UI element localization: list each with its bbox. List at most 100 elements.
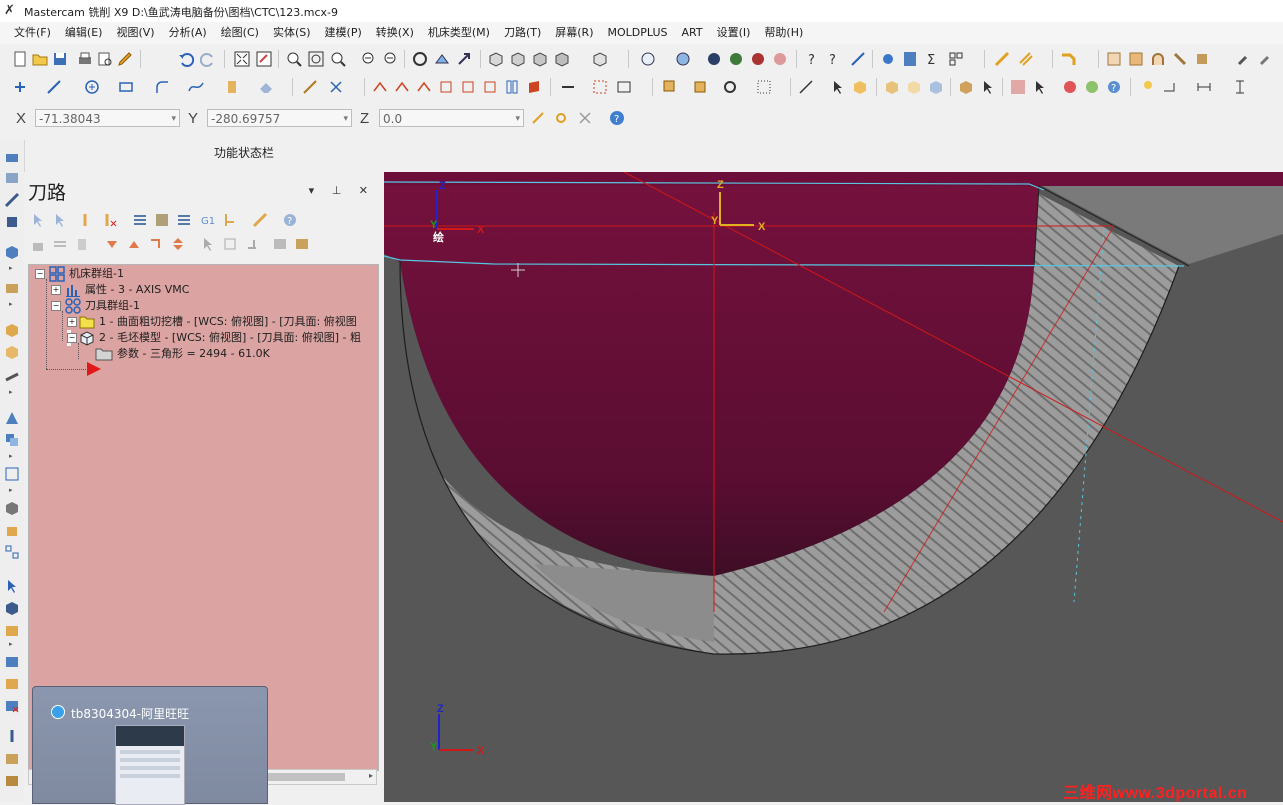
dimension-icon[interactable] (560, 79, 576, 95)
select-failed-icon[interactable] (52, 212, 68, 228)
knife-icon[interactable] (4, 370, 20, 386)
simulate-icon[interactable] (176, 212, 192, 228)
menu-solids[interactable]: 实体(S) (266, 22, 318, 44)
menu-screen[interactable]: 屏幕(R) (548, 22, 600, 44)
chamfer-tool-icon[interactable] (1060, 51, 1076, 67)
xform-stretch-icon[interactable] (504, 79, 520, 95)
collapse-icon[interactable]: − (67, 333, 77, 343)
layer-grid-icon[interactable] (1106, 51, 1122, 67)
bag-icon[interactable] (4, 522, 20, 538)
menu-help[interactable]: 帮助(H) (757, 22, 810, 44)
popup-thumbnail[interactable] (115, 725, 185, 805)
view-front-cube-icon[interactable] (510, 51, 526, 67)
machine-icon[interactable] (4, 214, 20, 230)
solid-body-icon[interactable] (928, 79, 944, 95)
crate-icon[interactable] (4, 750, 20, 766)
menu-moldplus[interactable]: MOLDPLUS (601, 22, 675, 44)
circle-icon[interactable] (84, 79, 100, 95)
insert-arrow-marker-icon[interactable] (85, 361, 103, 377)
grid-icon[interactable] (948, 51, 964, 67)
view-iso-cube-icon[interactable] (554, 51, 570, 67)
eraser-icon[interactable] (258, 79, 274, 95)
menu-analyze[interactable]: 分析(A) (162, 22, 214, 44)
book2-icon[interactable] (4, 676, 20, 692)
transparency-icon[interactable] (772, 51, 788, 67)
zoom-icon[interactable] (330, 51, 346, 67)
save-icon[interactable] (52, 51, 68, 67)
solid-block-icon[interactable] (4, 322, 20, 338)
g1-icon[interactable]: G1 (200, 212, 216, 228)
rectangle-icon[interactable] (118, 79, 134, 95)
package-icon[interactable] (4, 622, 20, 638)
expand-select-icon[interactable] (200, 236, 216, 252)
menu-edit[interactable]: 编辑(E) (58, 22, 110, 44)
table-icon[interactable] (1128, 51, 1144, 67)
menu-settings[interactable]: 设置(I) (710, 22, 758, 44)
chevron-down-icon[interactable]: ▾ (171, 110, 176, 128)
xform-offset-icon[interactable] (460, 79, 476, 95)
chevron-down-icon[interactable]: ▸ (9, 640, 13, 648)
shaded-sphere-icon[interactable] (706, 51, 722, 67)
tool-list-icon[interactable] (244, 236, 260, 252)
lock-icon[interactable] (30, 236, 46, 252)
move-down-icon[interactable] (104, 236, 120, 252)
chevron-down-icon[interactable]: ▾ (515, 110, 520, 128)
arrow-select-icon[interactable] (830, 79, 846, 95)
graphics-viewport[interactable]: Z X Y 绘 Z X Y Z X Y (384, 172, 1283, 802)
layers-grid-icon[interactable] (4, 544, 20, 560)
scroll-right-icon[interactable]: ▸ (369, 771, 373, 780)
solid-block2-icon[interactable] (4, 344, 20, 360)
ghost-icon[interactable] (74, 236, 90, 252)
arch-icon[interactable] (1150, 51, 1166, 67)
drill-icon[interactable] (4, 728, 20, 744)
select-arrow-icon[interactable] (4, 578, 20, 594)
autocursor-settings-icon[interactable] (553, 110, 569, 126)
verify-toggle-icon[interactable] (1010, 79, 1026, 95)
line-double-icon[interactable] (1018, 51, 1034, 67)
calculator-icon[interactable] (902, 51, 918, 67)
stack-icon[interactable] (4, 170, 20, 186)
x-coordinate-field[interactable]: -71.38043 ▾ (35, 109, 180, 127)
pattern-icon[interactable] (592, 79, 608, 95)
break-icon[interactable] (328, 79, 344, 95)
xform-rotate-icon[interactable] (416, 79, 432, 95)
xform-mirror-icon[interactable] (394, 79, 410, 95)
edit-pencil-icon[interactable] (117, 51, 133, 67)
insert-arrow-icon[interactable] (148, 236, 164, 252)
chevron-down-icon[interactable]: ▸ (9, 452, 13, 460)
sigma-icon[interactable]: Σ (924, 51, 940, 67)
stock-setup-icon[interactable] (294, 236, 310, 252)
chevron-down-icon[interactable]: ▸ (9, 486, 13, 494)
hidden-line-icon[interactable] (750, 51, 766, 67)
fast-point-icon[interactable] (530, 110, 546, 126)
analyze-point-icon[interactable] (850, 51, 866, 67)
regenerate-icon[interactable] (722, 79, 738, 95)
redo-icon[interactable] (200, 51, 216, 67)
pan-icon[interactable] (456, 51, 472, 67)
print-icon[interactable] (77, 51, 93, 67)
menu-view[interactable]: 视图(V) (109, 22, 161, 44)
menu-file[interactable]: 文件(F) (0, 22, 58, 44)
zoom-target-icon[interactable] (308, 51, 324, 67)
bolt-icon[interactable] (1172, 51, 1188, 67)
collapse-icon[interactable]: − (51, 301, 61, 311)
draw-tool-icon[interactable] (4, 192, 20, 208)
copy-ops-icon[interactable] (222, 236, 238, 252)
post-process-icon[interactable] (222, 212, 238, 228)
chevron-down-icon[interactable]: ▸ (9, 264, 13, 272)
solid-icon[interactable] (4, 244, 20, 260)
tool-settings-icon[interactable] (1258, 51, 1274, 67)
import-icon[interactable] (4, 148, 20, 164)
highfeed-icon[interactable] (252, 212, 268, 228)
repaint-icon[interactable] (256, 51, 272, 67)
y-coordinate-field[interactable]: -280.69757 ▾ (207, 109, 352, 127)
dotted-select-icon[interactable] (756, 79, 772, 95)
print-preview-icon[interactable] (97, 51, 113, 67)
globe-icon[interactable] (640, 51, 656, 67)
z-coordinate-field[interactable]: 0.0 ▾ (379, 109, 524, 127)
solid-select-icon[interactable] (852, 79, 868, 95)
window-select-icon[interactable] (616, 79, 632, 95)
lightbulb-icon[interactable] (1140, 79, 1156, 95)
menu-art[interactable]: ART (675, 22, 710, 44)
solid-stock-icon[interactable] (958, 79, 974, 95)
